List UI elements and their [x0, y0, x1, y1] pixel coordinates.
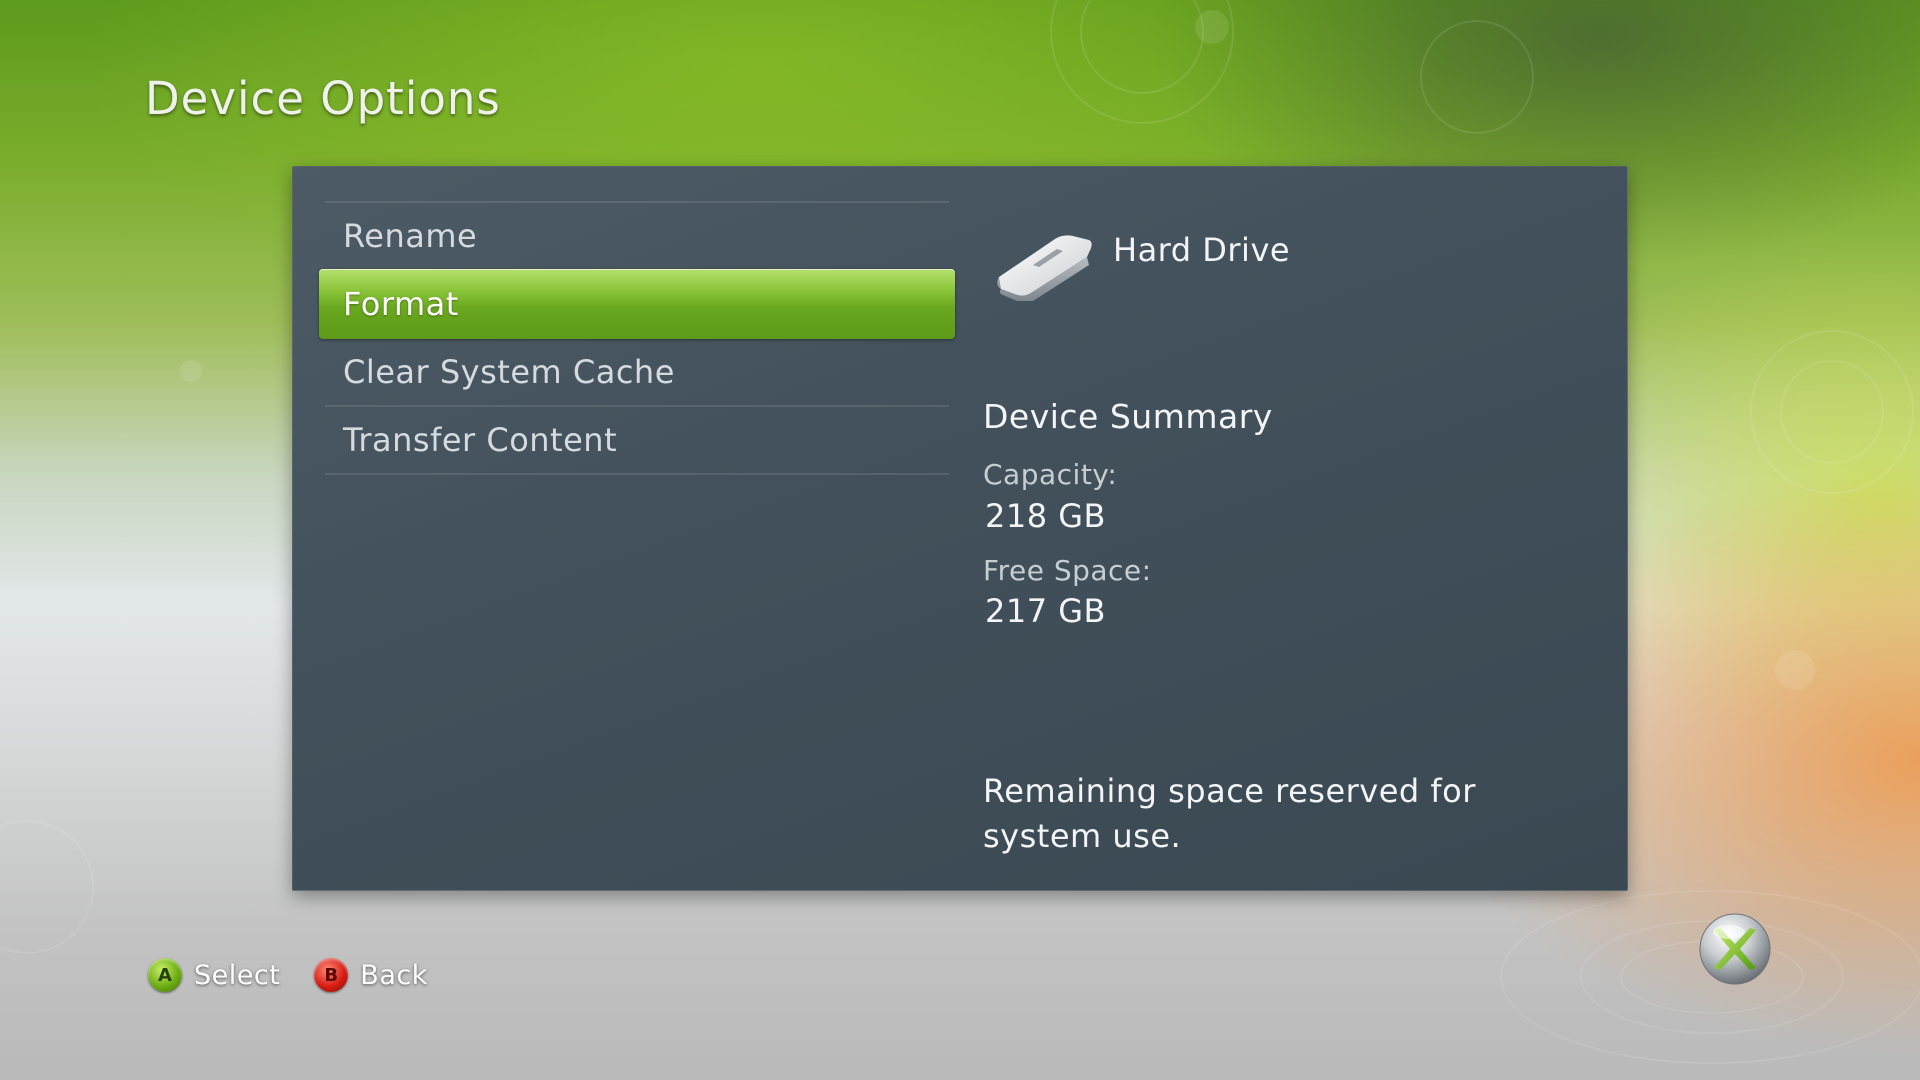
menu-item-format[interactable]: Format	[319, 269, 955, 339]
background-ring	[0, 820, 94, 954]
free-space-label: Free Space:	[983, 554, 1152, 587]
capacity-label: Capacity:	[983, 458, 1118, 491]
hard-drive-icon	[997, 235, 1092, 301]
page-title: Device Options	[145, 72, 501, 125]
menu-item-transfer-content[interactable]: Transfer Content	[325, 405, 949, 475]
background-dot	[1195, 10, 1229, 44]
background-dot	[1775, 650, 1815, 690]
device-name: Hard Drive	[1113, 231, 1291, 269]
button-hints: A Select B Back	[148, 955, 462, 995]
background-ring	[1780, 360, 1884, 464]
device-details: Hard Drive Device Summary Capacity: 218 …	[983, 217, 1583, 855]
background-ring	[1420, 20, 1534, 134]
guide-button-icon[interactable]	[1696, 912, 1774, 990]
b-button-icon: B	[314, 958, 349, 992]
menu-item-rename[interactable]: Rename	[325, 201, 949, 269]
reserved-space-note: Remaining space reserved for system use.	[983, 772, 1476, 855]
dashboard-screen: Device Options Rename Format Clear Syste…	[0, 0, 1920, 1080]
options-menu: Rename Format Clear System Cache Transfe…	[319, 201, 955, 475]
a-button-icon: A	[148, 958, 182, 992]
device-header: Hard Drive	[983, 217, 1583, 337]
capacity-value: 218 GB	[985, 497, 1106, 535]
back-hint[interactable]: B Back	[314, 958, 428, 992]
select-hint-label: Select	[194, 959, 281, 991]
background-dot	[180, 360, 202, 382]
device-options-panel: Rename Format Clear System Cache Transfe…	[292, 166, 1628, 891]
back-hint-label: Back	[360, 959, 428, 991]
free-space-value: 217 GB	[985, 592, 1106, 630]
menu-item-clear-system-cache[interactable]: Clear System Cache	[325, 339, 949, 405]
device-summary-heading: Device Summary	[983, 397, 1273, 436]
select-hint[interactable]: A Select	[148, 958, 280, 992]
